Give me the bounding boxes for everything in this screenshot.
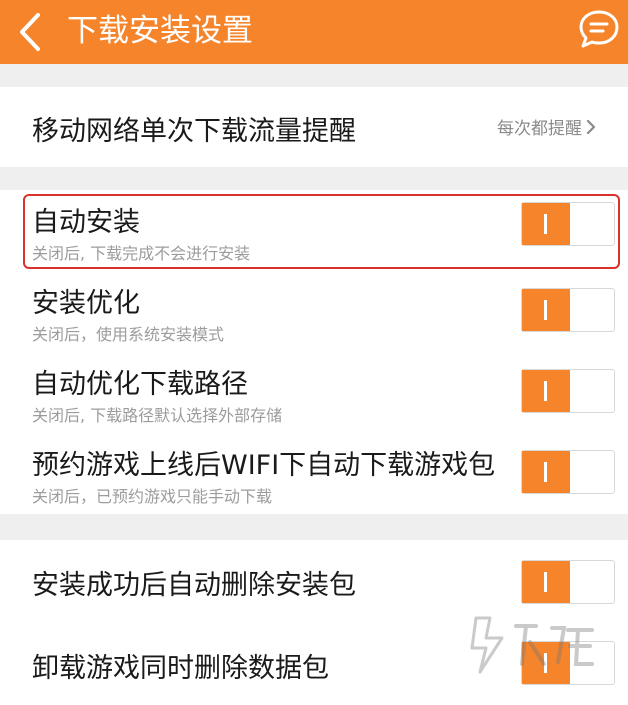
mobile-data-reminder-row[interactable]: 移动网络单次下载流量提醒 每次都提醒 (0, 87, 628, 167)
toggle-knob (522, 289, 570, 331)
watermark-logo (470, 616, 594, 674)
setting-row-auto-optimize-path: 自动优化下载路径 关闭后, 下载路径默认选择外部存储 (0, 352, 628, 433)
setting-title: 预约游戏上线后WIFI下自动下载游戏包 (32, 450, 496, 481)
install-settings-group: 自动安装 关闭后, 下载完成不会进行安装 安装优化 关闭后，使用系统安装模式 自… (0, 190, 628, 514)
setting-row-auto-install: 自动安装 关闭后, 下载完成不会进行安装 (0, 190, 628, 271)
mobile-data-reminder-value[interactable]: 每次都提醒 (497, 114, 596, 139)
top-app-bar: 下载安装设置 (0, 0, 628, 64)
setting-title: 自动安装 (32, 207, 140, 238)
setting-title: 卸载游戏同时删除数据包 (32, 653, 329, 684)
chevron-left-icon (20, 13, 40, 51)
wifi-auto-download-toggle[interactable] (521, 450, 615, 494)
install-optimization-toggle[interactable] (521, 288, 615, 332)
setting-subtitle: 关闭后，已预约游戏只能手动下载 (32, 487, 273, 506)
reminder-value-text: 每次都提醒 (497, 119, 582, 139)
toggle-knob (522, 451, 570, 493)
setting-title: 安装优化 (32, 288, 140, 319)
setting-row-install-optimization: 安装优化 关闭后，使用系统安装模式 (0, 271, 628, 352)
setting-subtitle: 关闭后, 下载完成不会进行安装 (32, 244, 251, 263)
message-button[interactable] (576, 8, 622, 50)
setting-row-delete-after-install: 安装成功后自动删除安装包 (0, 540, 628, 622)
toggle-knob (522, 370, 570, 412)
mobile-data-reminder-label: 移动网络单次下载流量提醒 (32, 116, 356, 147)
chat-bubble-icon (579, 10, 619, 48)
delete-after-install-toggle[interactable] (521, 560, 615, 604)
chevron-right-icon (586, 119, 596, 134)
setting-subtitle: 关闭后, 下载路径默认选择外部存储 (32, 406, 283, 425)
setting-subtitle: 关闭后，使用系统安装模式 (32, 325, 225, 344)
toggle-knob (522, 561, 570, 603)
back-button[interactable] (12, 12, 52, 52)
setting-title: 安装成功后自动删除安装包 (32, 570, 356, 601)
page-title: 下载安装设置 (67, 13, 253, 49)
auto-optimize-path-toggle[interactable] (521, 369, 615, 413)
setting-row-wifi-auto-download: 预约游戏上线后WIFI下自动下载游戏包 关闭后，已预约游戏只能手动下载 (0, 433, 628, 514)
setting-title: 自动优化下载路径 (32, 369, 248, 400)
auto-install-toggle[interactable] (521, 202, 615, 246)
toggle-knob (522, 203, 570, 245)
